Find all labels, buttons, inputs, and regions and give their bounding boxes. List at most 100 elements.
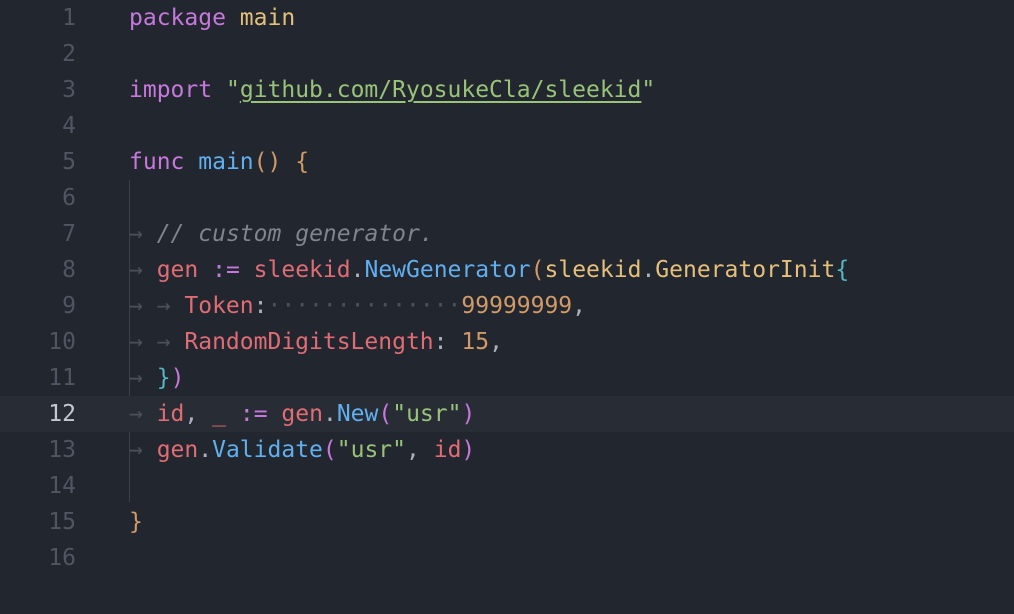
line-number: 6 bbox=[62, 185, 76, 211]
code-line[interactable]: 12 → id, _ := gen.New("usr") bbox=[0, 396, 1014, 432]
line-number: 12 bbox=[48, 401, 76, 427]
code-token: NewGenerator bbox=[364, 257, 531, 283]
code-token: → bbox=[129, 365, 157, 391]
code-token: { bbox=[295, 149, 310, 175]
code-token: import bbox=[129, 77, 213, 103]
code-token: 99999999 bbox=[461, 293, 573, 319]
code-token: github.com/RyosukeCla/sleekid bbox=[239, 77, 642, 103]
code-token: , bbox=[184, 401, 199, 427]
line-code: → }) bbox=[129, 360, 184, 396]
code-token: ( bbox=[530, 257, 545, 283]
line-code: → → Token:··············99999999, bbox=[129, 288, 586, 324]
line-number: 11 bbox=[48, 365, 76, 391]
line-number: 10 bbox=[48, 329, 76, 355]
line-number: 8 bbox=[62, 257, 76, 283]
code-token: " bbox=[225, 77, 240, 103]
code-token: ) bbox=[461, 437, 476, 463]
code-token: main bbox=[239, 5, 296, 31]
code-token: " bbox=[641, 77, 656, 103]
line-code: → // custom generator. bbox=[129, 216, 434, 252]
line-number: 1 bbox=[62, 5, 76, 31]
code-token: custom bbox=[198, 221, 282, 247]
code-token: generator. bbox=[295, 221, 434, 247]
code-line[interactable]: 8 → gen := sleekid.NewGenerator(sleekid.G… bbox=[0, 252, 1014, 288]
code-token: : bbox=[433, 329, 448, 355]
code-token: _ bbox=[212, 401, 226, 427]
line-code: → gen := sleekid.NewGenerator(sleekid.Ge… bbox=[129, 252, 849, 288]
code-line[interactable]: 16 bbox=[0, 540, 1014, 576]
code-token: . bbox=[641, 257, 656, 283]
line-number: 16 bbox=[48, 545, 76, 571]
code-token: ·············· bbox=[267, 293, 462, 319]
code-token: → bbox=[129, 221, 157, 247]
code-line[interactable]: 1 package main bbox=[0, 0, 1014, 36]
line-number: 2 bbox=[62, 41, 76, 67]
line-code: import "github.com/RyosukeCla/sleekid" bbox=[129, 72, 655, 108]
code-line[interactable]: 6 bbox=[0, 180, 1014, 216]
code-token: : bbox=[253, 293, 268, 319]
code-line[interactable]: 10 → → RandomDigitsLength: 15, bbox=[0, 324, 1014, 360]
code-token: id bbox=[156, 401, 185, 427]
code-token: . bbox=[350, 257, 365, 283]
code-line[interactable]: 7 → // custom generator. bbox=[0, 216, 1014, 252]
code-token: 15 bbox=[461, 329, 490, 355]
code-line[interactable]: 2 bbox=[0, 36, 1014, 72]
code-line[interactable]: 14 bbox=[0, 468, 1014, 504]
code-token: Validate bbox=[212, 437, 323, 463]
code-token: RandomDigitsLength bbox=[184, 329, 434, 355]
code-token: ) bbox=[170, 365, 185, 391]
code-token: "usr" bbox=[392, 401, 462, 427]
line-code: } bbox=[129, 504, 143, 540]
code-token: Token bbox=[184, 293, 254, 319]
line-number: 7 bbox=[62, 221, 76, 247]
code-token: main bbox=[198, 149, 254, 175]
code-token: → bbox=[129, 437, 157, 463]
line-code: → id, _ := gen.New("usr") bbox=[129, 396, 475, 432]
code-token: gen bbox=[281, 401, 323, 427]
line-number: 15 bbox=[48, 509, 76, 535]
code-token: , bbox=[489, 329, 503, 355]
code-line[interactable]: 11 → }) bbox=[0, 360, 1014, 396]
code-token: GeneratorInit bbox=[655, 257, 836, 283]
line-number: 5 bbox=[62, 149, 76, 175]
code-token: . bbox=[322, 401, 337, 427]
line-code: → → RandomDigitsLength: 15, bbox=[129, 324, 503, 360]
line-code: → gen.Validate("usr", id) bbox=[129, 432, 475, 468]
code-token: func bbox=[129, 149, 185, 175]
code-token: New bbox=[336, 401, 379, 427]
code-editor[interactable]: 1 package main 2 3 import "github.com/Ryosuk… bbox=[0, 0, 1014, 614]
line-number: 13 bbox=[48, 437, 76, 463]
code-line[interactable]: 3 import "github.com/RyosukeCla/sleekid" bbox=[0, 72, 1014, 108]
code-token: gen bbox=[156, 257, 199, 283]
code-token: , bbox=[572, 293, 587, 319]
code-token: "usr" bbox=[336, 437, 406, 463]
code-line[interactable]: 4 bbox=[0, 108, 1014, 144]
code-token: → → bbox=[129, 329, 185, 355]
line-code: func main() { bbox=[129, 144, 309, 180]
line-number: 14 bbox=[48, 473, 76, 499]
code-token: sleekid bbox=[253, 257, 351, 283]
code-line[interactable]: 5 func main() { bbox=[0, 144, 1014, 180]
code-token: () bbox=[253, 149, 282, 175]
code-token: { bbox=[835, 257, 850, 283]
code-token: , bbox=[406, 437, 420, 463]
code-token: → → bbox=[129, 293, 185, 319]
code-token: ( bbox=[322, 437, 337, 463]
code-line[interactable]: 9 → → Token:··············99999999, bbox=[0, 288, 1014, 324]
code-token: := bbox=[212, 257, 240, 283]
code-line[interactable]: 15} bbox=[0, 504, 1014, 540]
line-number: 3 bbox=[62, 77, 76, 103]
code-token: ( bbox=[378, 401, 393, 427]
code-line[interactable]: 13 → gen.Validate("usr", id) bbox=[0, 432, 1014, 468]
